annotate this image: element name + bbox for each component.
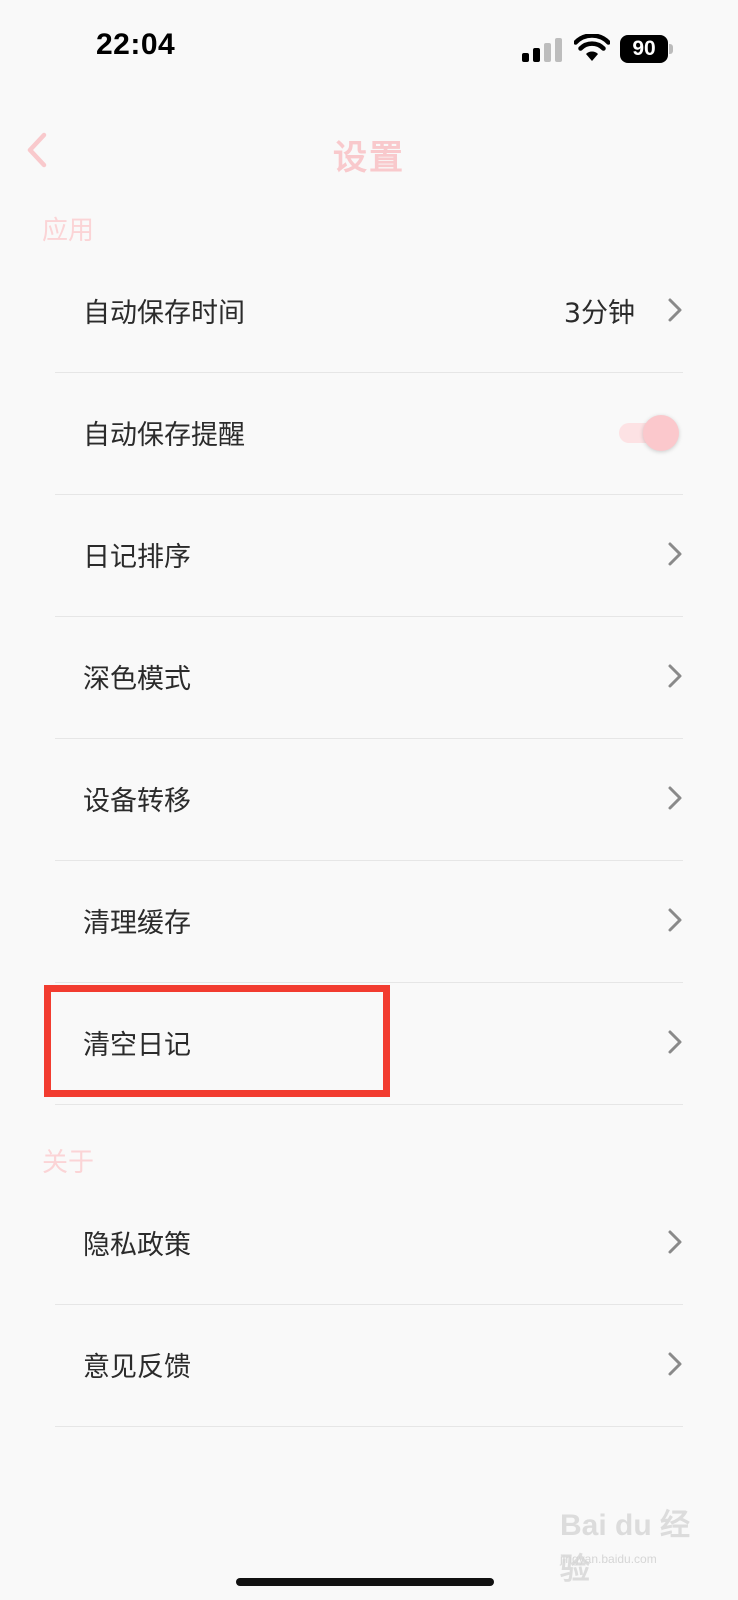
status-time: 22:04 <box>96 28 176 61</box>
status-bar: 22:04 90 <box>0 0 738 100</box>
chevron-right-icon <box>668 1352 682 1376</box>
row-dark-mode[interactable]: 深色模式 <box>55 617 683 739</box>
row-label: 自动保存提醒 <box>83 420 245 451</box>
page-title: 设置 <box>333 138 405 178</box>
row-diary-sort[interactable]: 日记排序 <box>55 495 683 617</box>
row-label: 自动保存时间 <box>83 298 245 329</box>
section-header-app: 应用 <box>42 216 95 246</box>
row-label: 隐私政策 <box>83 1230 191 1261</box>
row-label: 意见反馈 <box>83 1352 191 1383</box>
home-indicator[interactable] <box>236 1578 494 1586</box>
chevron-right-icon <box>668 786 682 810</box>
chevron-right-icon <box>668 1230 682 1254</box>
row-value: 3分钟 <box>563 298 635 329</box>
section-header-about: 关于 <box>42 1148 95 1178</box>
chevron-right-icon <box>668 298 682 322</box>
row-label: 设备转移 <box>83 786 191 817</box>
row-feedback[interactable]: 意见反馈 <box>55 1305 683 1427</box>
chevron-right-icon <box>668 542 682 566</box>
row-label: 深色模式 <box>83 664 191 695</box>
chevron-right-icon <box>668 908 682 932</box>
row-label: 清理缓存 <box>83 908 191 939</box>
baidu-watermark-logo: Bai du 经验 <box>560 1509 691 1586</box>
battery-icon: 90 <box>620 35 673 63</box>
highlight-annotation-box <box>44 985 390 1097</box>
row-clear-cache[interactable]: 清理缓存 <box>55 861 683 983</box>
battery-level: 90 <box>632 37 656 60</box>
chevron-right-icon <box>668 1030 682 1054</box>
row-auto-save-reminder: 自动保存提醒 <box>55 373 683 495</box>
wifi-icon <box>574 34 610 61</box>
chevron-right-icon <box>668 664 682 688</box>
nav-bar: 设置 <box>0 110 738 190</box>
row-device-transfer[interactable]: 设备转移 <box>55 739 683 861</box>
row-auto-save-time[interactable]: 自动保存时间 3分钟 <box>55 251 683 373</box>
row-privacy-policy[interactable]: 隐私政策 <box>55 1183 683 1305</box>
auto-save-reminder-toggle[interactable] <box>619 415 679 451</box>
signal-icon <box>522 38 562 62</box>
row-label: 日记排序 <box>83 542 191 573</box>
watermark-url: jingyan.baidu.com <box>560 1552 657 1566</box>
